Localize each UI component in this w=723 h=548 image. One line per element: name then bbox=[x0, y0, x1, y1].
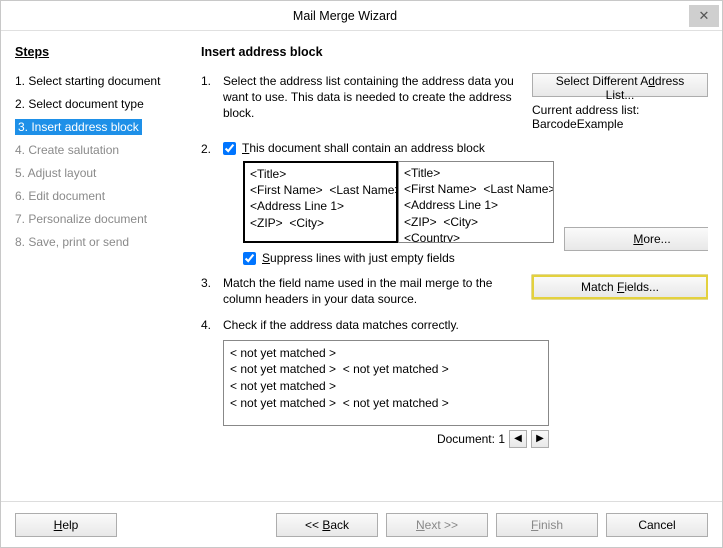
section3-text: Match the field name used in the mail me… bbox=[223, 275, 524, 307]
address-block-template-1[interactable]: <Title> <First Name> <Last Name> <Addres… bbox=[243, 161, 398, 243]
content-area: Steps 1. Select starting document 2. Sele… bbox=[1, 31, 722, 501]
section-number: 2. bbox=[201, 141, 223, 265]
steps-sidebar: Steps 1. Select starting document 2. Sele… bbox=[15, 41, 187, 501]
next-button[interactable]: Next >> bbox=[386, 513, 488, 537]
mail-merge-wizard-window: Mail Merge Wizard ✕ Steps 1. Select star… bbox=[0, 0, 723, 548]
step-item-6[interactable]: 6. Edit document bbox=[15, 188, 187, 204]
step-item-4[interactable]: 4. Create salutation bbox=[15, 142, 187, 158]
match-fields-button[interactable]: Match Fields... bbox=[532, 275, 708, 299]
section1-text: Select the address list containing the a… bbox=[223, 73, 524, 122]
section-number: 3. bbox=[201, 275, 223, 307]
close-button[interactable]: ✕ bbox=[689, 5, 719, 27]
arrow-right-icon: ▶ bbox=[536, 433, 544, 444]
suppress-empty-lines-checkbox[interactable]: Suppress lines with just empty fields bbox=[243, 251, 708, 265]
suppress-empty-lines-input[interactable] bbox=[243, 252, 256, 265]
main-panel: Insert address block 1. Select the addre… bbox=[187, 41, 708, 501]
close-icon: ✕ bbox=[699, 8, 710, 24]
more-templates-button[interactable]: More... bbox=[564, 227, 708, 251]
contain-address-block-checkbox[interactable]: This document shall contain an address b… bbox=[223, 141, 708, 155]
next-document-button[interactable]: ▶ bbox=[531, 430, 549, 448]
section-match-fields: 3. Match the field name used in the mail… bbox=[201, 275, 708, 307]
current-address-list-value: BarcodeExample bbox=[532, 117, 623, 131]
contain-address-block-input[interactable] bbox=[223, 142, 236, 155]
section-select-address-list: 1. Select the address list containing th… bbox=[201, 73, 708, 131]
step-item-1[interactable]: 1. Select starting document bbox=[15, 73, 187, 89]
step-item-7[interactable]: 7. Personalize document bbox=[15, 211, 187, 227]
step-item-3[interactable]: 3. Insert address block bbox=[15, 119, 142, 135]
section-number: 4. bbox=[201, 317, 223, 447]
footer: Help << Back Next >> Finish Cancel bbox=[1, 501, 722, 547]
help-button[interactable]: Help bbox=[15, 513, 117, 537]
current-address-list-label: Current address list: BarcodeExample bbox=[532, 103, 708, 131]
step-item-8[interactable]: 8. Save, print or send bbox=[15, 234, 187, 250]
section-check-data: 4. Check if the address data matches cor… bbox=[201, 317, 708, 447]
arrow-left-icon: ◀ bbox=[514, 433, 522, 444]
section-address-block: 2. This document shall contain an addres… bbox=[201, 141, 708, 265]
main-header: Insert address block bbox=[201, 45, 708, 59]
section-number: 1. bbox=[201, 73, 223, 131]
address-block-template-2[interactable]: <Title> <First Name> <Last Name> <Addres… bbox=[398, 161, 554, 243]
document-nav: Document: 1 ◀ ▶ bbox=[223, 430, 549, 448]
titlebar: Mail Merge Wizard ✕ bbox=[1, 1, 722, 31]
address-block-templates: <Title> <First Name> <Last Name> <Addres… bbox=[243, 161, 554, 243]
step-item-5[interactable]: 5. Adjust layout bbox=[15, 165, 187, 181]
address-preview: < not yet matched > < not yet matched > … bbox=[223, 340, 549, 426]
cancel-button[interactable]: Cancel bbox=[606, 513, 708, 537]
finish-button[interactable]: Finish bbox=[496, 513, 598, 537]
section4-text: Check if the address data matches correc… bbox=[223, 317, 708, 333]
step-item-2[interactable]: 2. Select document type bbox=[15, 96, 187, 112]
window-title: Mail Merge Wizard bbox=[1, 9, 689, 23]
back-button[interactable]: << Back bbox=[276, 513, 378, 537]
steps-header: Steps bbox=[15, 45, 187, 59]
document-index: 1 bbox=[498, 432, 505, 446]
select-address-list-button[interactable]: Select Different Address List... bbox=[532, 73, 708, 97]
prev-document-button[interactable]: ◀ bbox=[509, 430, 527, 448]
